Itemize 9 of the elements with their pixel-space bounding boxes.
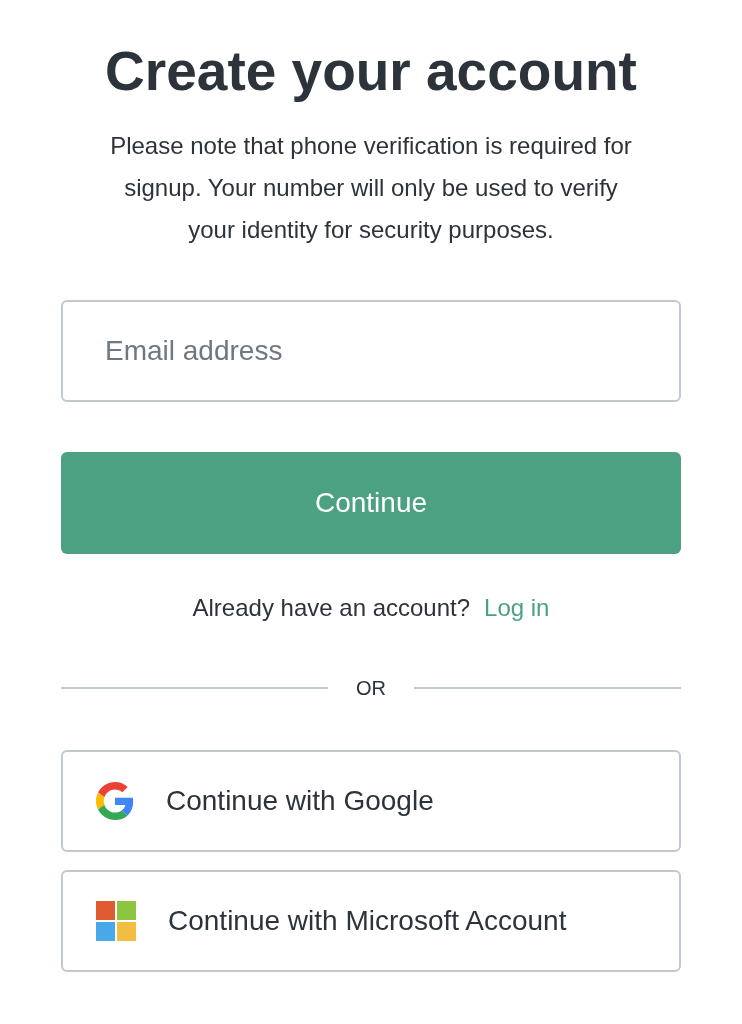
four-squares-icon [96,901,136,941]
email-input[interactable]: Email address [61,300,681,402]
divider-label: OR [355,676,387,700]
page-title: Create your account [104,39,638,104]
social-login-button[interactable]: Continue with Google [61,750,681,852]
social-login-button[interactable]: Continue with Microsoft Account [61,870,681,972]
g-letter-icon [96,782,134,820]
verification-notice: Please note that phone verification is required for signup. Your number will only be used to verify your identity for security purposes. [109,131,633,245]
login-prompt: Already have an account? [192,593,471,623]
